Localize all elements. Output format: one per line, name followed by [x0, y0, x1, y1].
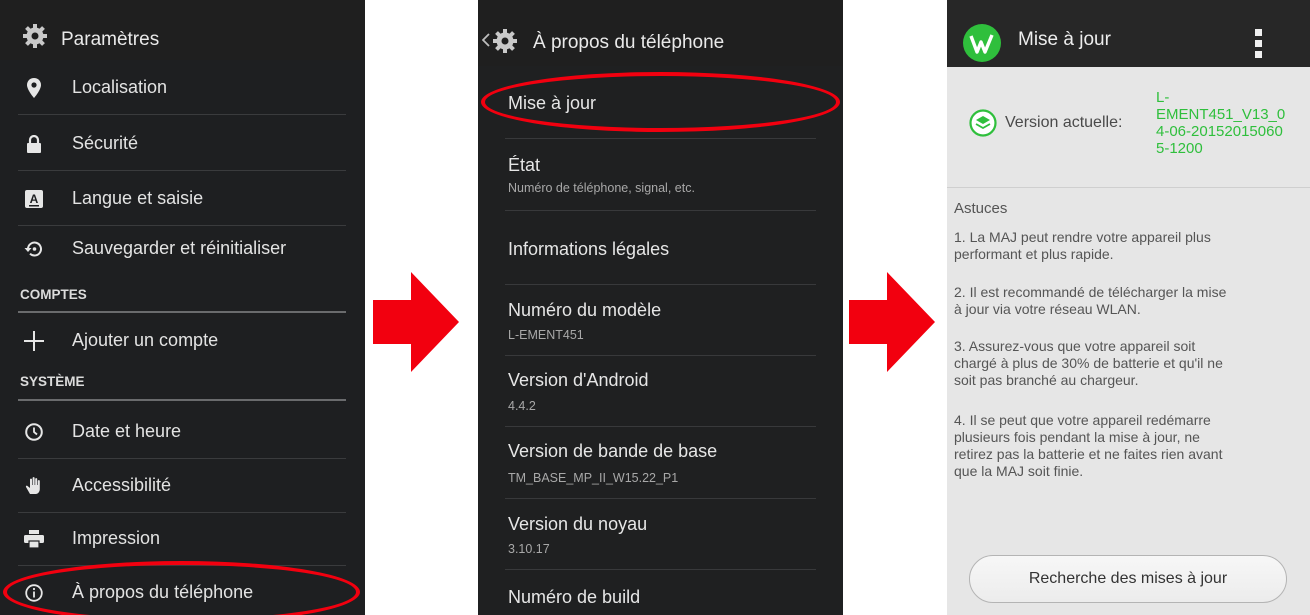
- printer-icon: [24, 529, 44, 548]
- version-value: L- EMENT451_V13_0 4-06-20152015060 5-120…: [1156, 89, 1285, 157]
- settings-item-impression[interactable]: Impression: [0, 512, 348, 565]
- about-item-title: Informations légales: [508, 239, 670, 259]
- backup-restore-icon: [24, 241, 42, 256]
- tip-text: 2. Il est recommandé de télécharger la m…: [954, 284, 1279, 318]
- about-item-numero-build[interactable]: Numéro de build: [478, 570, 843, 615]
- tip-line: performant et plus rapide.: [954, 246, 1114, 262]
- version-label: Version actuelle:: [1005, 114, 1123, 131]
- settings-item-accessibilite[interactable]: Accessibilité: [0, 459, 348, 512]
- about-action-bar: À propos du téléphone: [478, 0, 843, 66]
- plus-icon: [24, 330, 44, 351]
- right-arrow-icon: [373, 272, 459, 372]
- about-item-version-android[interactable]: Version d'Android 4.4.2: [478, 356, 843, 426]
- about-title: À propos du téléphone: [533, 32, 725, 53]
- settings-item-label: Impression: [72, 528, 161, 548]
- tip-line: que la MAJ soit finie.: [954, 463, 1084, 479]
- settings-screen: Paramètres Localisation Sécurité A Langu…: [0, 0, 365, 615]
- version-line: EMENT451_V13_0: [1156, 106, 1286, 123]
- version-line: 5-1200: [1156, 140, 1203, 157]
- settings-item-label: Sauvegarder et réinitialiser: [72, 238, 287, 258]
- settings-item-label: Accessibilité: [72, 475, 172, 495]
- tips-heading: Astuces: [954, 200, 1008, 217]
- about-item-informations-legales[interactable]: Informations légales: [478, 211, 843, 283]
- tip-line: à jour via votre réseau WLAN.: [954, 301, 1141, 317]
- about-item-title: Version du noyau: [508, 514, 648, 534]
- about-item-numero-modele: Numéro du modèle L-EMENT451: [478, 285, 843, 355]
- tip-line: retirez pas la batterie et ne faites rie…: [954, 446, 1223, 462]
- tip-line: plusieurs fois pendant la mise à jour, n…: [954, 429, 1200, 445]
- about-item-title: Version d'Android: [508, 370, 649, 390]
- about-item-title: Numéro du modèle: [508, 300, 662, 320]
- settings-item-label: Localisation: [72, 77, 168, 97]
- tip-line: 3. Assurez-vous que votre appareil soit: [954, 338, 1196, 354]
- settings-item-localisation[interactable]: Localisation: [0, 61, 348, 114]
- keyboard-a-icon: A: [25, 189, 43, 208]
- tip-text: 4. Il se peut que votre appareil redémar…: [954, 412, 1279, 480]
- tip-text: 3. Assurez-vous que votre appareil soit …: [954, 338, 1279, 389]
- tip-line: 2. Il est recommandé de télécharger la m…: [954, 284, 1227, 300]
- highlight-oval: [3, 561, 360, 615]
- version-line: L-: [1156, 89, 1170, 106]
- gear-icon[interactable]: [22, 23, 48, 49]
- tip-line: 4. Il se peut que votre appareil redémar…: [954, 412, 1211, 428]
- check-updates-button[interactable]: Recherche des mises à jour: [969, 555, 1287, 603]
- settings-item-securite[interactable]: Sécurité: [0, 117, 348, 170]
- update-screen: Mise à jour Version actuelle: L- EMENT45…: [947, 0, 1310, 615]
- add-account-button[interactable]: Ajouter un compte: [0, 314, 348, 367]
- layers-icon: [969, 109, 997, 137]
- settings-item-date-heure[interactable]: Date et heure: [0, 405, 348, 458]
- settings-item-label: Langue et saisie: [72, 188, 204, 208]
- update-action-bar: Mise à jour: [947, 0, 1310, 67]
- section-header-comptes: COMPTES: [20, 287, 87, 302]
- location-pin-icon: [27, 77, 41, 98]
- settings-item-label: Sécurité: [72, 133, 139, 153]
- update-title: Mise à jour: [1018, 29, 1111, 50]
- about-item-version-noyau: Version du noyau 3.10.17: [478, 499, 843, 569]
- about-item-title: État: [508, 155, 541, 175]
- about-item-subtitle: 4.4.2: [508, 399, 536, 413]
- gear-icon[interactable]: [492, 28, 518, 54]
- settings-title: Paramètres: [61, 29, 160, 50]
- lock-icon: [27, 134, 41, 153]
- tip-text: 1. La MAJ peut rendre votre appareil plu…: [954, 229, 1279, 263]
- about-item-subtitle: Numéro de téléphone, signal, etc.: [508, 181, 695, 195]
- tip-line: chargé à plus de 30% de batterie et qu'i…: [954, 355, 1223, 371]
- tip-line: 1. La MAJ peut rendre votre appareil plu…: [954, 229, 1211, 245]
- update-app-logo-icon: [963, 24, 1001, 62]
- section-header-systeme: SYSTÈME: [20, 374, 85, 389]
- about-item-subtitle: 3.10.17: [508, 542, 550, 556]
- about-item-title: Version de bande de base: [508, 441, 718, 461]
- about-item-bande-de-base: Version de bande de base TM_BASE_MP_II_W…: [478, 427, 843, 498]
- about-phone-screen: À propos du téléphone Mise à jour État N…: [478, 0, 843, 615]
- settings-item-sauvegarder[interactable]: Sauvegarder et réinitialiser: [0, 222, 348, 275]
- settings-item-langue[interactable]: A Langue et saisie: [0, 172, 348, 225]
- tip-line: soit pas branché au chargeur.: [954, 372, 1139, 388]
- about-item-etat[interactable]: État Numéro de téléphone, signal, etc.: [478, 139, 843, 210]
- right-arrow-icon: [849, 272, 935, 372]
- version-line: 4-06-20152015060: [1156, 123, 1283, 140]
- clock-icon: [25, 422, 43, 441]
- about-item-subtitle: L-EMENT451: [508, 328, 584, 342]
- settings-action-bar: Paramètres: [0, 0, 365, 60]
- hand-icon: [25, 476, 40, 494]
- svg-text:A: A: [30, 192, 39, 206]
- overflow-menu-icon[interactable]: [1255, 29, 1263, 59]
- settings-item-label: Date et heure: [72, 421, 182, 441]
- back-chevron-icon[interactable]: [482, 33, 490, 47]
- about-item-title: Numéro de build: [508, 587, 641, 607]
- settings-item-label: Ajouter un compte: [72, 330, 219, 350]
- about-item-subtitle: TM_BASE_MP_II_W15.22_P1: [508, 471, 679, 485]
- highlight-oval: [481, 72, 840, 132]
